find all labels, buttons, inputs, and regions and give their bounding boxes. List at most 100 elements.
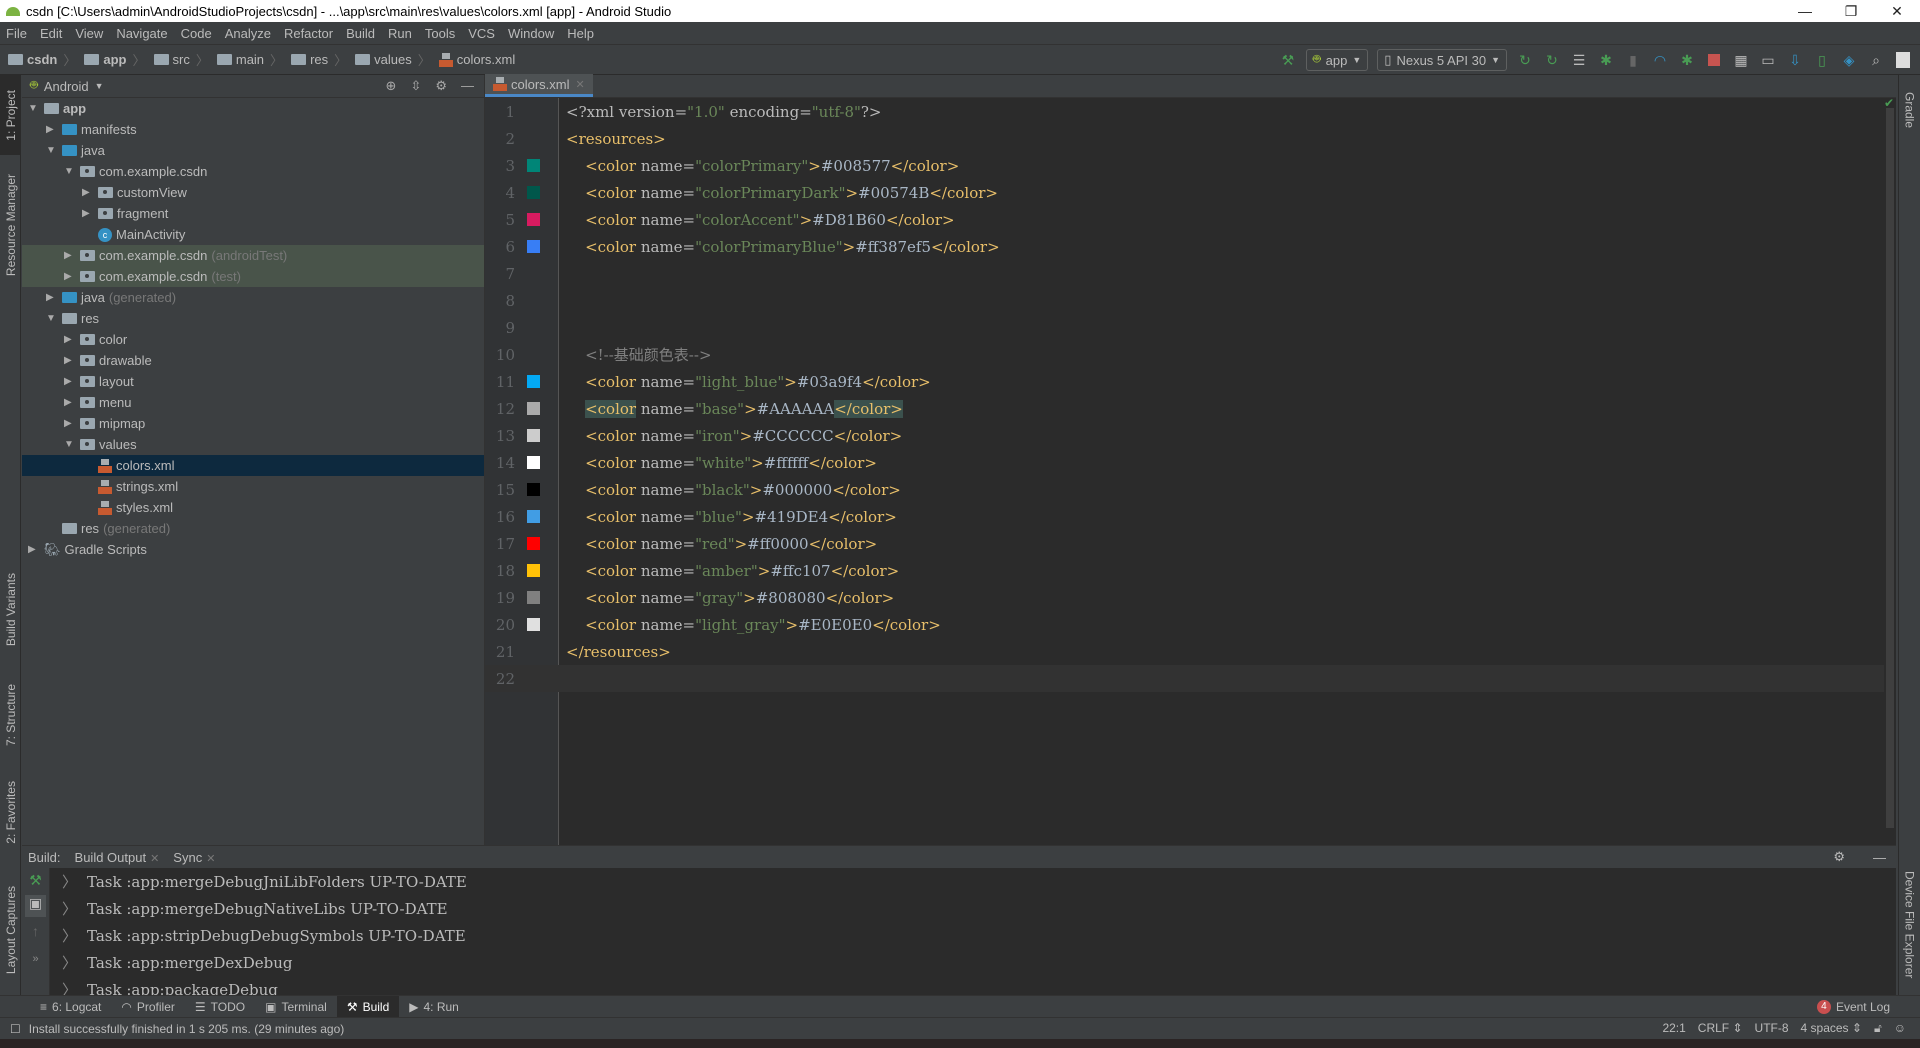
expanded-arrow-icon[interactable]: ▼ bbox=[64, 439, 76, 450]
menu-code[interactable]: Code bbox=[181, 26, 212, 41]
attach-debugger-icon[interactable]: ✱ bbox=[1678, 51, 1696, 69]
expanded-arrow-icon[interactable]: ▼ bbox=[46, 313, 58, 324]
event-log-button[interactable]: 4 Event Log bbox=[1816, 999, 1890, 1014]
tab-sync[interactable]: Sync ✕ bbox=[173, 850, 215, 865]
code-line[interactable]: 16 <color name="blue">#419DE4</color> bbox=[485, 503, 1885, 530]
hammer-icon[interactable]: ⚒ bbox=[1279, 51, 1297, 69]
build-output-line[interactable]: 〉 Task :app:mergeDebugJniLibFolders UP-TO… bbox=[62, 868, 467, 895]
arrow-up-icon[interactable]: ↑ bbox=[22, 923, 49, 939]
hide-icon[interactable]: — bbox=[1873, 850, 1886, 865]
code-line[interactable]: 4 <color name="colorPrimaryDark">#00574B… bbox=[485, 179, 1885, 206]
color-swatch[interactable] bbox=[527, 618, 540, 631]
color-swatch[interactable] bbox=[527, 240, 540, 253]
tool-tab-todo[interactable]: ☰ TODO bbox=[185, 996, 255, 1018]
color-swatch[interactable] bbox=[527, 510, 540, 523]
status-panel-icon[interactable]: ☐ bbox=[10, 1022, 21, 1036]
menu-edit[interactable]: Edit bbox=[40, 26, 62, 41]
menu-view[interactable]: View bbox=[75, 26, 103, 41]
run-config-select[interactable]: 🤖︎ app ▼ bbox=[1305, 49, 1369, 71]
apply-code-changes-icon[interactable]: ↻ bbox=[1543, 51, 1561, 69]
collapsed-arrow-icon[interactable]: ▶ bbox=[64, 271, 76, 282]
tree-item[interactable]: ▶ customView bbox=[22, 182, 484, 203]
tree-item[interactable]: ▶ menu bbox=[22, 392, 484, 413]
toggle-view-icon[interactable]: ▣ bbox=[25, 895, 46, 917]
debug-icon[interactable]: ✱ bbox=[1597, 51, 1615, 69]
color-swatch[interactable] bbox=[527, 159, 540, 172]
build-output-line[interactable]: 〉 Task :app:mergeDexDebug bbox=[62, 949, 467, 976]
menu-navigate[interactable]: Navigate bbox=[116, 26, 167, 41]
color-swatch[interactable] bbox=[527, 429, 540, 442]
tree-item[interactable]: ▶ java (generated) bbox=[22, 287, 484, 308]
collapsed-arrow-icon[interactable]: ▶ bbox=[82, 208, 94, 219]
tab-build-output[interactable]: Build Output ✕ bbox=[75, 850, 160, 865]
chevron-down-icon[interactable]: ▼ bbox=[95, 81, 104, 91]
color-swatch[interactable] bbox=[527, 591, 540, 604]
collapsed-arrow-icon[interactable]: ▶ bbox=[28, 544, 40, 555]
line-separator[interactable]: CRLF ⇕ bbox=[1698, 1021, 1743, 1036]
code-line[interactable]: 9 bbox=[485, 314, 1885, 341]
tool-tab-run[interactable]: ▶ 4: Run bbox=[399, 996, 469, 1018]
collapsed-arrow-icon[interactable]: ▶ bbox=[64, 355, 76, 366]
hide-icon[interactable]: — bbox=[461, 78, 474, 94]
close-tab-icon[interactable]: ✕ bbox=[150, 853, 159, 865]
stop-icon[interactable] bbox=[1705, 51, 1723, 69]
collapsed-arrow-icon[interactable]: ▶ bbox=[64, 376, 76, 387]
tree-item[interactable]: ▶ 🐘︎ Gradle Scripts bbox=[22, 539, 484, 560]
caret-position[interactable]: 22:1 bbox=[1662, 1021, 1685, 1036]
code-line[interactable]: 18 <color name="amber">#ffc107</color> bbox=[485, 557, 1885, 584]
gear-icon[interactable]: ⚙ bbox=[1833, 849, 1845, 865]
color-swatch[interactable] bbox=[527, 186, 540, 199]
chevron-right-icon[interactable]: 〉 bbox=[62, 898, 77, 919]
menu-help[interactable]: Help bbox=[567, 26, 594, 41]
editor-lines[interactable]: 1 <?xml version="1.0" encoding="utf-8"?> 2… bbox=[485, 98, 1885, 692]
breadcrumb-item[interactable]: values 〉 bbox=[355, 50, 431, 69]
code-line[interactable]: 15 <color name="black">#000000</color> bbox=[485, 476, 1885, 503]
code-line[interactable]: 22 bbox=[485, 665, 1885, 692]
close-button[interactable]: ✕ bbox=[1874, 0, 1920, 22]
tool-tab-build[interactable]: ⚒ Build bbox=[336, 995, 400, 1018]
code-line[interactable]: 12 <color name="base">#AAAAAA</color> bbox=[485, 395, 1885, 422]
tree-item[interactable]: ▶ com.example.csdn (androidTest) bbox=[22, 245, 484, 266]
breadcrumb-item[interactable]: main 〉 bbox=[216, 50, 283, 69]
device-manager-icon[interactable]: ▯ bbox=[1813, 51, 1831, 69]
minimize-button[interactable]: — bbox=[1782, 0, 1828, 22]
tree-item[interactable]: ▶ com.example.csdn (test) bbox=[22, 266, 484, 287]
tree-item[interactable]: colors.xml bbox=[22, 455, 484, 476]
resource-manager-tab[interactable]: Resource Manager bbox=[0, 165, 21, 285]
color-swatch[interactable] bbox=[527, 456, 540, 469]
menu-window[interactable]: Window bbox=[508, 26, 554, 41]
collapsed-arrow-icon[interactable]: ▶ bbox=[46, 124, 58, 135]
code-line[interactable]: 1 <?xml version="1.0" encoding="utf-8"?> bbox=[485, 98, 1885, 125]
collapse-all-icon[interactable]: ⇳ bbox=[410, 78, 421, 94]
search-icon[interactable]: ⌕ bbox=[1867, 51, 1885, 69]
code-line[interactable]: 20 <color name="light_gray">#E0E0E0</col… bbox=[485, 611, 1885, 638]
tree-item[interactable]: ▼ java bbox=[22, 140, 484, 161]
tree-item[interactable]: c MainActivity bbox=[22, 224, 484, 245]
chevron-right-icon[interactable]: 〉 bbox=[62, 871, 77, 892]
tree-item[interactable]: ▶ color bbox=[22, 329, 484, 350]
scrollbar-thumb[interactable] bbox=[1886, 108, 1894, 828]
build-output-line[interactable]: 〉 Task :app:stripDebugDebugSymbols UP-TO-… bbox=[62, 922, 467, 949]
project-tool-tab[interactable]: 1: Project bbox=[0, 75, 21, 155]
code-line[interactable]: 10 <!--基础颜色表--> bbox=[485, 341, 1885, 368]
hammer-icon[interactable]: ⚒ bbox=[22, 872, 49, 889]
tool-tab-profiler[interactable]: ◠ Profiler bbox=[111, 996, 185, 1018]
tool-tab-terminal[interactable]: ▣ Terminal bbox=[255, 996, 337, 1018]
breadcrumb-item[interactable]: colors.xml bbox=[438, 52, 515, 67]
code-line[interactable]: 6 <color name="colorPrimaryBlue">#ff387e… bbox=[485, 233, 1885, 260]
code-line[interactable]: 11 <color name="light_blue">#03a9f4</col… bbox=[485, 368, 1885, 395]
collapsed-arrow-icon[interactable]: ▶ bbox=[82, 187, 94, 198]
more-icon[interactable]: » bbox=[22, 953, 49, 965]
gear-icon[interactable]: ⚙ bbox=[435, 78, 447, 94]
lock-icon[interactable]: 🔓︎ bbox=[1874, 1021, 1882, 1036]
tree-item[interactable]: ▶ layout bbox=[22, 371, 484, 392]
tree-item[interactable]: res (generated) bbox=[22, 518, 484, 539]
device-file-explorer-tab[interactable]: Device File Explorer bbox=[1899, 865, 1920, 985]
collapsed-arrow-icon[interactable]: ▶ bbox=[46, 292, 58, 303]
build-variants-tab[interactable]: Build Variants bbox=[0, 565, 21, 655]
collapsed-arrow-icon[interactable]: ▶ bbox=[64, 397, 76, 408]
expanded-arrow-icon[interactable]: ▼ bbox=[46, 145, 58, 156]
tree-item[interactable]: ▼ com.example.csdn bbox=[22, 161, 484, 182]
color-swatch[interactable] bbox=[527, 537, 540, 550]
menu-build[interactable]: Build bbox=[346, 26, 375, 41]
